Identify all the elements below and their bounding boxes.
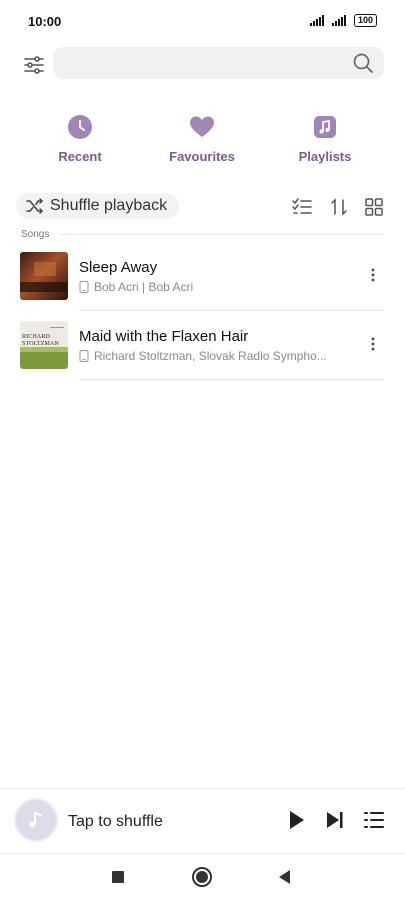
song-artist-album: Bob Acri | Bob Acri xyxy=(94,280,194,294)
filter-button[interactable] xyxy=(22,53,46,77)
queue-button[interactable] xyxy=(362,808,386,832)
grid-icon xyxy=(365,198,383,216)
cover-text-1: RICHARD xyxy=(22,333,50,340)
player-divider xyxy=(0,788,405,789)
recents-nav-button[interactable] xyxy=(107,866,129,888)
more-options-button[interactable] xyxy=(365,334,381,354)
row-divider xyxy=(79,379,384,380)
play-button[interactable] xyxy=(284,808,308,832)
player-artwork[interactable] xyxy=(14,798,58,842)
playlists-label: Playlists xyxy=(298,149,352,164)
checklist-icon xyxy=(292,198,312,214)
more-vertical-icon xyxy=(371,268,375,282)
playlists-button[interactable]: Playlists xyxy=(270,113,380,164)
favourites-button[interactable]: Favourites xyxy=(147,113,257,164)
clock-icon xyxy=(68,115,92,139)
recent-button[interactable]: Recent xyxy=(25,113,135,164)
back-triangle-icon xyxy=(279,870,290,884)
song-artist-album: Richard Stoltzman, Slovak Radio Sympho..… xyxy=(94,349,327,363)
signal-icon xyxy=(309,15,324,26)
next-button[interactable] xyxy=(323,808,347,832)
section-title: Songs xyxy=(21,229,50,240)
square-icon xyxy=(112,871,124,883)
sliders-icon xyxy=(24,56,44,74)
device-icon xyxy=(79,281,89,293)
shuffle-playback-button[interactable]: Shuffle playback xyxy=(16,193,180,219)
section-divider xyxy=(60,234,384,235)
music-note-icon xyxy=(314,116,336,138)
play-icon xyxy=(290,811,304,829)
sort-button[interactable] xyxy=(329,197,349,217)
skip-next-icon xyxy=(327,812,343,828)
more-vertical-icon xyxy=(371,337,375,351)
song-subtitle: Richard Stoltzman, Slovak Radio Sympho..… xyxy=(79,349,327,363)
home-nav-button[interactable] xyxy=(191,866,213,888)
sort-icon xyxy=(331,198,347,216)
search-input[interactable] xyxy=(53,47,384,79)
song-title: Sleep Away xyxy=(79,259,158,276)
navbar-divider xyxy=(0,853,405,854)
music-note-icon xyxy=(29,811,42,828)
battery-indicator: 100 xyxy=(353,14,377,27)
status-icons: 100 xyxy=(309,14,377,27)
search-icon[interactable] xyxy=(352,52,374,74)
more-options-button[interactable] xyxy=(365,265,381,285)
album-cover: RICHARD STOLTZMAN xyxy=(20,321,68,369)
song-row[interactable]: Sleep Away Bob Acri | Bob Acri xyxy=(0,242,405,310)
song-title: Maid with the Flaxen Hair xyxy=(79,328,249,345)
grid-view-button[interactable] xyxy=(364,197,384,217)
device-icon xyxy=(79,350,89,362)
status-time: 10:00 xyxy=(28,14,62,29)
home-circle-icon xyxy=(192,867,212,887)
album-cover xyxy=(20,252,68,300)
cover-text-2: STOLTZMAN xyxy=(22,340,59,347)
shuffle-label: Shuffle playback xyxy=(50,197,168,214)
multi-select-button[interactable] xyxy=(292,197,312,217)
back-nav-button[interactable] xyxy=(274,866,296,888)
favourites-label: Favourites xyxy=(169,149,235,164)
song-subtitle: Bob Acri | Bob Acri xyxy=(79,280,193,294)
queue-list-icon xyxy=(364,812,384,828)
player-status-text[interactable]: Tap to shuffle xyxy=(68,813,163,831)
signal-icon-2 xyxy=(331,15,346,26)
heart-icon xyxy=(190,116,214,137)
shuffle-icon xyxy=(26,198,43,214)
recent-label: Recent xyxy=(58,149,102,164)
song-row[interactable]: RICHARD STOLTZMAN Maid with the Flaxen H… xyxy=(0,311,405,379)
